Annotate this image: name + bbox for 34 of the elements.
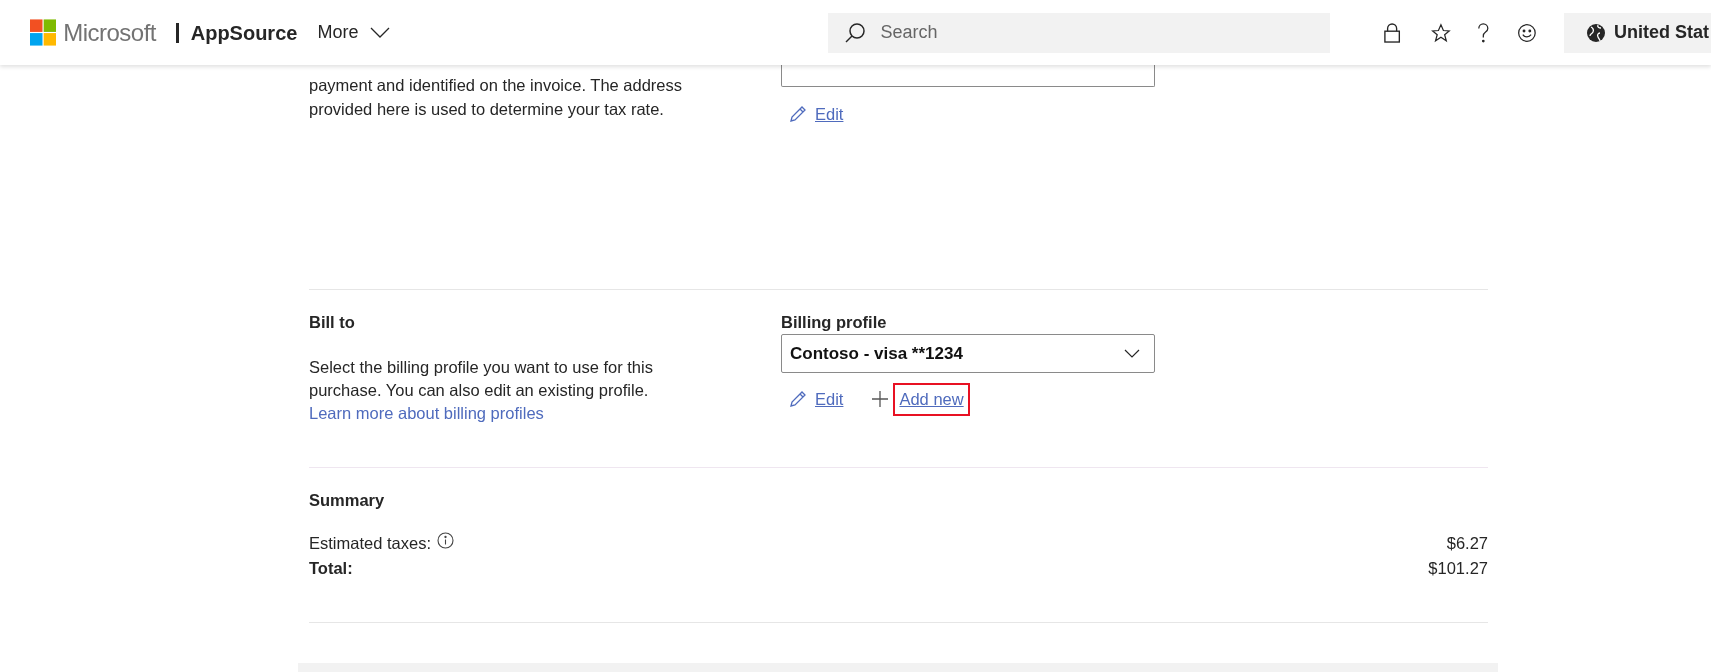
summary-amount: $101.27 xyxy=(1428,558,1488,580)
search-icon xyxy=(844,21,867,44)
search-field[interactable]: Search xyxy=(828,12,1331,53)
smiley-icon[interactable] xyxy=(1517,21,1537,44)
summary-amount: $6.27 xyxy=(1446,533,1488,555)
learn-more-link[interactable]: Learn more about billing profiles xyxy=(309,404,544,422)
description-text: payment and identified on the invoice. The address provided here is used to determine your tax rate. xyxy=(309,75,684,120)
edit-link[interactable]: Edit xyxy=(815,98,844,131)
dropdown-field[interactable] xyxy=(781,65,1155,87)
description-text: Select the billing profile you want to use for this purchase. You can also edit an existing profile. Learn more about billing profiles xyxy=(309,357,654,424)
pencil-icon xyxy=(789,105,807,124)
divider-bar xyxy=(176,22,179,43)
logo-icon xyxy=(30,18,57,47)
lock-icon[interactable] xyxy=(1384,21,1401,44)
region-button[interactable]: United Stat xyxy=(1563,12,1711,53)
product-name[interactable]: AppSource xyxy=(190,17,298,48)
field-label: Billing profile xyxy=(781,312,888,333)
add-new-link[interactable]: Add new xyxy=(893,383,970,416)
chevron-icon xyxy=(1124,349,1140,358)
section-title: Summary xyxy=(309,490,386,511)
edit-link[interactable]: Edit xyxy=(815,383,844,416)
section-title: Bill to xyxy=(309,312,356,333)
help-icon[interactable] xyxy=(1476,21,1490,44)
brand-name[interactable]: Microsoft xyxy=(63,14,156,51)
globe-icon xyxy=(1585,22,1606,43)
summary-label: Total: xyxy=(309,558,353,580)
pencil-icon xyxy=(789,390,807,409)
dropdown-field[interactable]: Contoso - visa **1234 xyxy=(781,334,1155,373)
info-icon[interactable] xyxy=(437,532,454,549)
plus-icon xyxy=(871,390,890,409)
star-icon[interactable] xyxy=(1430,21,1451,44)
more-menu[interactable]: More xyxy=(317,19,391,46)
summary-label: Estimated taxes: xyxy=(309,533,431,555)
chevron-icon xyxy=(370,27,391,38)
